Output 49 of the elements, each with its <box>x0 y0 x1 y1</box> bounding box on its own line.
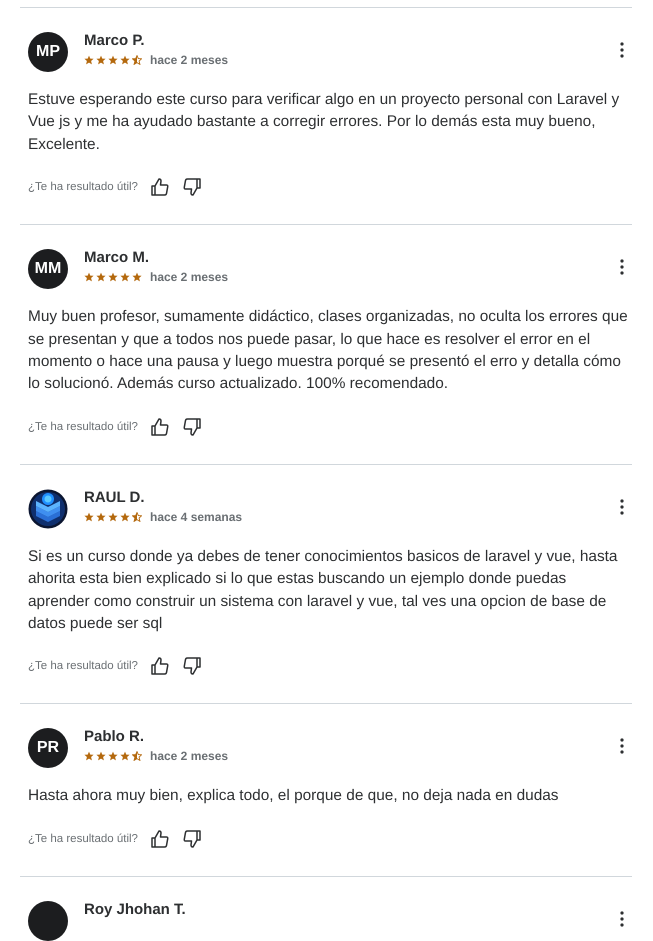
star-icon <box>96 272 106 282</box>
review-text: Si es un curso donde ya debes de tener conocimientos basicos de laravel y vue, hasta ahorita esta bien explicado si lo que estas buscando un ejemplo donde puedas aprender como construir un sistema con laravel y vue, tal ves una opcion de base de datos puede ser sql <box>28 546 618 634</box>
review-date: hace 2 meses <box>150 53 228 67</box>
reviewer-name: Marco P. <box>84 32 146 50</box>
half-star-icon <box>132 512 142 522</box>
helpful-prompt: ¿Te ha resultado útil? <box>28 420 138 433</box>
review-text: Hasta ahora muy bien, explica todo, el porque de que, no deja nada en dudas <box>28 786 560 806</box>
avatar <box>28 900 68 941</box>
half-star-icon <box>132 751 142 762</box>
avatar: MP <box>28 32 68 72</box>
review-text: Muy buen profesor, sumamente didáctico, clases organizadas, no oculta los errores que se presentan y que a todos nos puede pasar, lo que hace es resolver el error en el momento o hace una pausa y luego muestra porqué se presentó el erro y detalla cómo lo solucionó. Además curso actualizado. 100% recomendado. <box>28 307 629 394</box>
star-icon <box>108 512 118 522</box>
thumbs-down-icon[interactable] <box>182 828 202 849</box>
avatar: MM <box>28 249 68 290</box>
reviewer-name: RAUL D. <box>84 488 146 507</box>
star-icon <box>84 512 94 522</box>
star-icon <box>132 272 142 282</box>
star-icon <box>96 512 106 522</box>
star-icon <box>120 512 130 522</box>
review-date: hace 2 meses <box>150 749 228 764</box>
review-text: Estuve esperando este curso para verificar algo en un proyecto personal con Laravel y Vue js y me ha ayudado bastante a corregir errores. Por lo demás esta muy bueno, Excelente. <box>28 90 620 155</box>
half-star-icon <box>132 55 142 65</box>
review-date: hace 4 semanas <box>150 510 242 524</box>
star-icon <box>96 751 106 762</box>
avatar: PR <box>28 728 68 768</box>
reviewer-name: Marco M. <box>84 249 150 268</box>
star-icon <box>96 55 106 65</box>
reviewer-name: Roy Jhohan T. <box>84 900 187 919</box>
star-icon <box>108 272 118 282</box>
helpful-prompt: ¿Te ha resultado útil? <box>28 832 138 845</box>
review-date: hace 2 meses <box>150 270 228 284</box>
thumbs-up-icon[interactable] <box>150 828 170 849</box>
star-icon <box>84 272 94 282</box>
thumbs-down-icon[interactable] <box>182 656 202 676</box>
reviewer-name: Pablo R. <box>84 728 146 746</box>
star-icon <box>120 272 130 282</box>
thumbs-down-icon[interactable] <box>182 416 202 437</box>
star-icon <box>120 751 130 762</box>
star-icon <box>108 55 118 65</box>
star-icon <box>120 55 130 65</box>
helpful-prompt: ¿Te ha resultado útil? <box>28 181 138 194</box>
thumbs-down-icon[interactable] <box>182 177 202 198</box>
thumbs-up-icon[interactable] <box>150 416 170 437</box>
star-icon <box>84 55 94 65</box>
star-icon <box>84 751 94 762</box>
helpful-prompt: ¿Te ha resultado útil? <box>28 660 138 672</box>
star-icon <box>108 751 118 762</box>
thumbs-up-icon[interactable] <box>150 656 170 676</box>
thumbs-up-icon[interactable] <box>150 177 170 198</box>
